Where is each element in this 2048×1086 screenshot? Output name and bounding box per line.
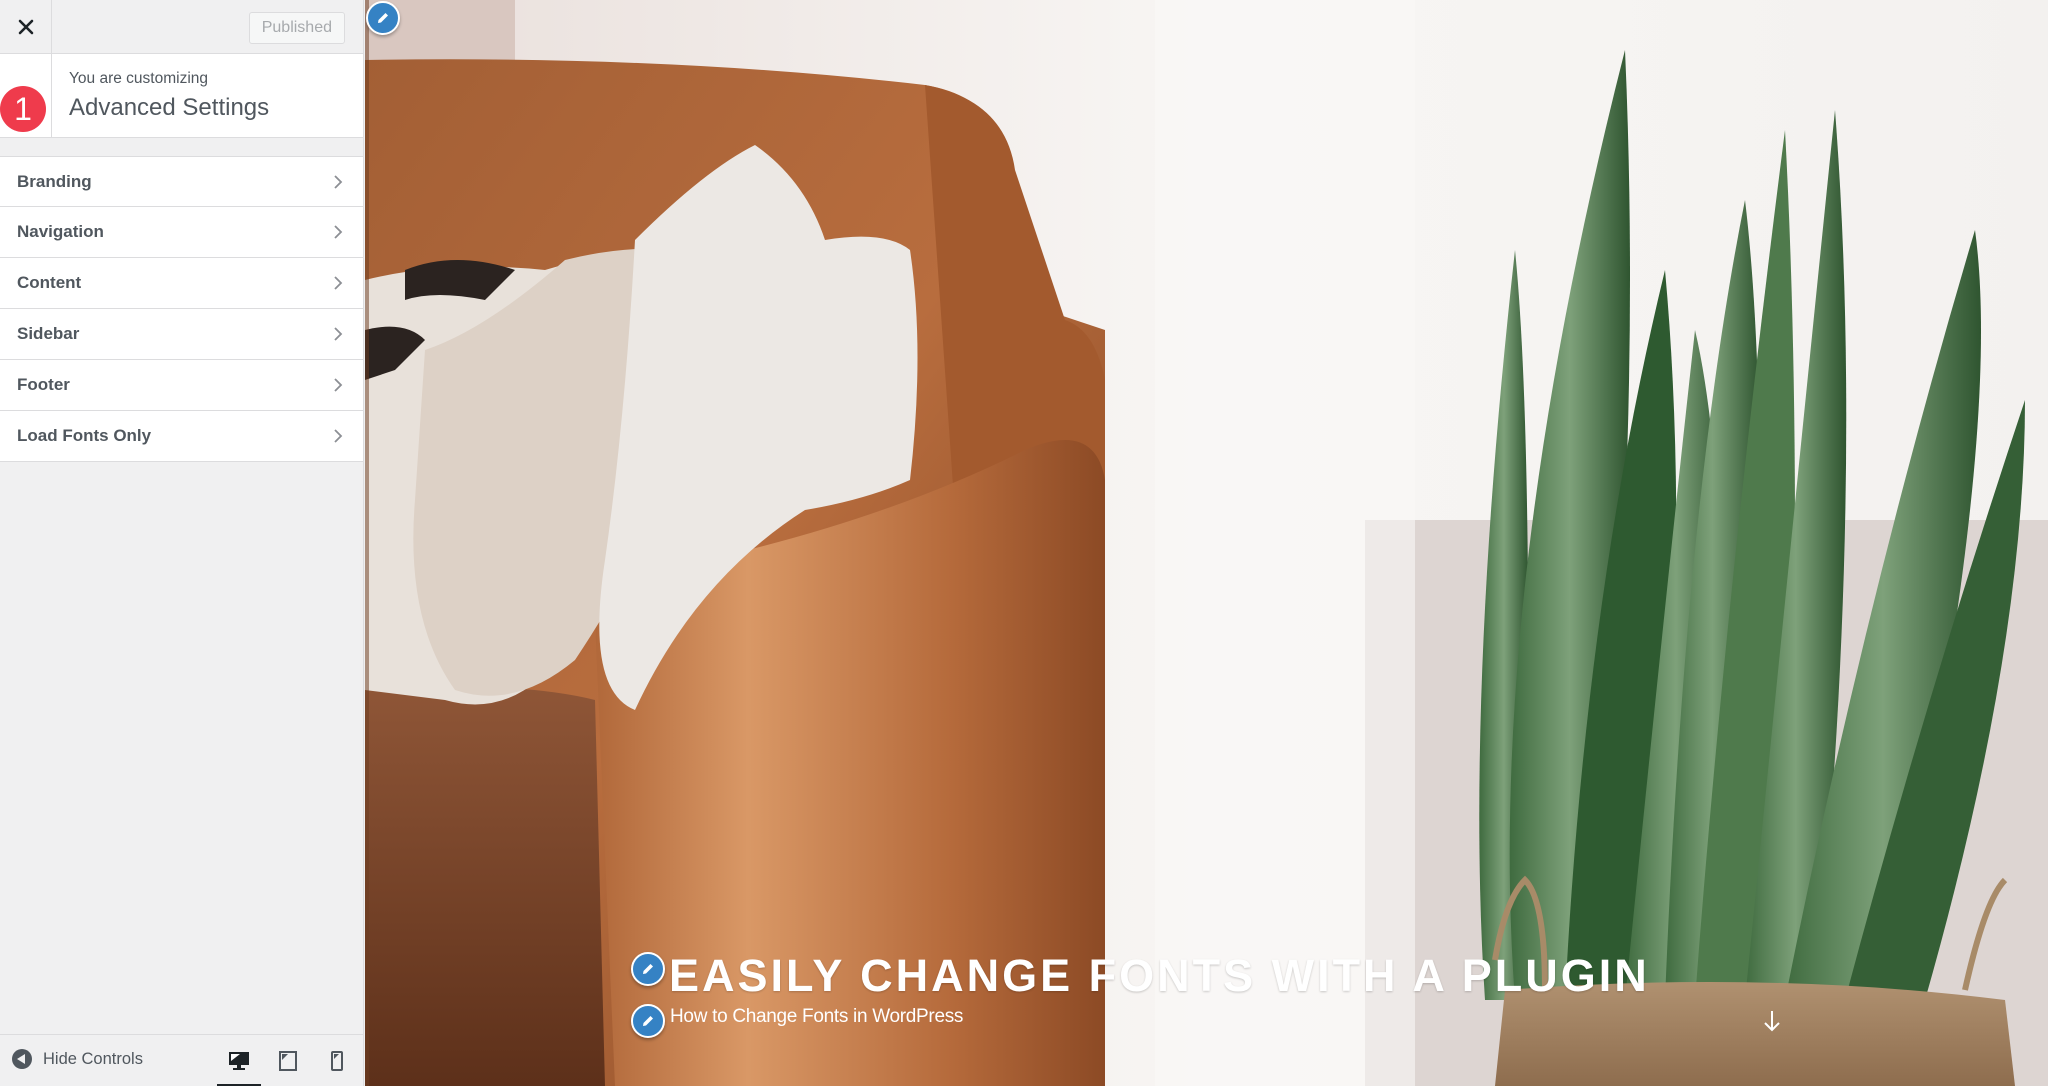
section-footer[interactable]: Footer [0,360,363,411]
hero-background-image [365,0,2048,1086]
hero-subtitle: How to Change Fonts in WordPress [670,1006,964,1027]
chevron-right-icon [334,175,343,189]
chevron-right-icon [334,225,343,239]
preview-tablet-button[interactable] [272,1045,304,1077]
chevron-right-icon [334,429,343,443]
chevron-right-icon [334,276,343,290]
tablet-icon [279,1051,297,1071]
close-customizer-button[interactable] [0,0,52,54]
customizing-info: You are customizing Advanced Settings [0,54,363,138]
panel-title: Advanced Settings [69,94,270,121]
section-list: Branding Navigation Content Sidebar Foot… [0,156,363,462]
section-load-fonts-only[interactable]: Load Fonts Only [0,411,363,462]
section-label: Content [17,273,82,292]
edit-header-shortcut[interactable] [366,1,400,35]
pencil-icon [643,1016,653,1026]
customizing-pretitle: You are customizing [69,70,209,87]
arrow-down-icon[interactable] [1762,1008,1782,1034]
section-navigation[interactable]: Navigation [0,207,363,258]
site-preview: EASILY CHANGE FONTS WITH A PLUGIN How to… [365,0,2048,1086]
chevron-right-icon [334,378,343,392]
section-label: Footer [17,375,70,394]
section-label: Navigation [17,222,104,241]
preview-mobile-button[interactable] [321,1045,353,1077]
pencil-icon [378,13,388,23]
hero-title: EASILY CHANGE FONTS WITH A PLUGIN [669,950,1650,1001]
mobile-icon [331,1051,343,1071]
close-icon [18,19,33,35]
section-content[interactable]: Content [0,258,363,309]
hide-controls-label: Hide Controls [43,1049,143,1068]
customizer-header: Published [0,0,363,54]
pencil-icon [643,964,653,974]
section-sidebar[interactable]: Sidebar [0,309,363,360]
collapse-icon [12,1049,32,1069]
edit-tagline-shortcut[interactable] [631,1004,665,1038]
section-label: Load Fonts Only [17,426,152,445]
publish-button[interactable]: Published [248,12,345,44]
customizer-footer: Hide Controls [0,1034,363,1086]
customizer-sidebar: Published You are customizing Advanced S… [0,0,364,1086]
chevron-right-icon [334,327,343,341]
step-badge: 1 [0,86,46,132]
hide-controls-button[interactable]: Hide Controls [12,1049,143,1069]
section-branding[interactable]: Branding [0,156,363,207]
desktop-icon [229,1052,249,1070]
preview-desktop-button[interactable] [217,1045,261,1086]
section-label: Sidebar [17,324,80,343]
edit-title-shortcut[interactable] [631,952,665,986]
section-label: Branding [17,171,92,191]
